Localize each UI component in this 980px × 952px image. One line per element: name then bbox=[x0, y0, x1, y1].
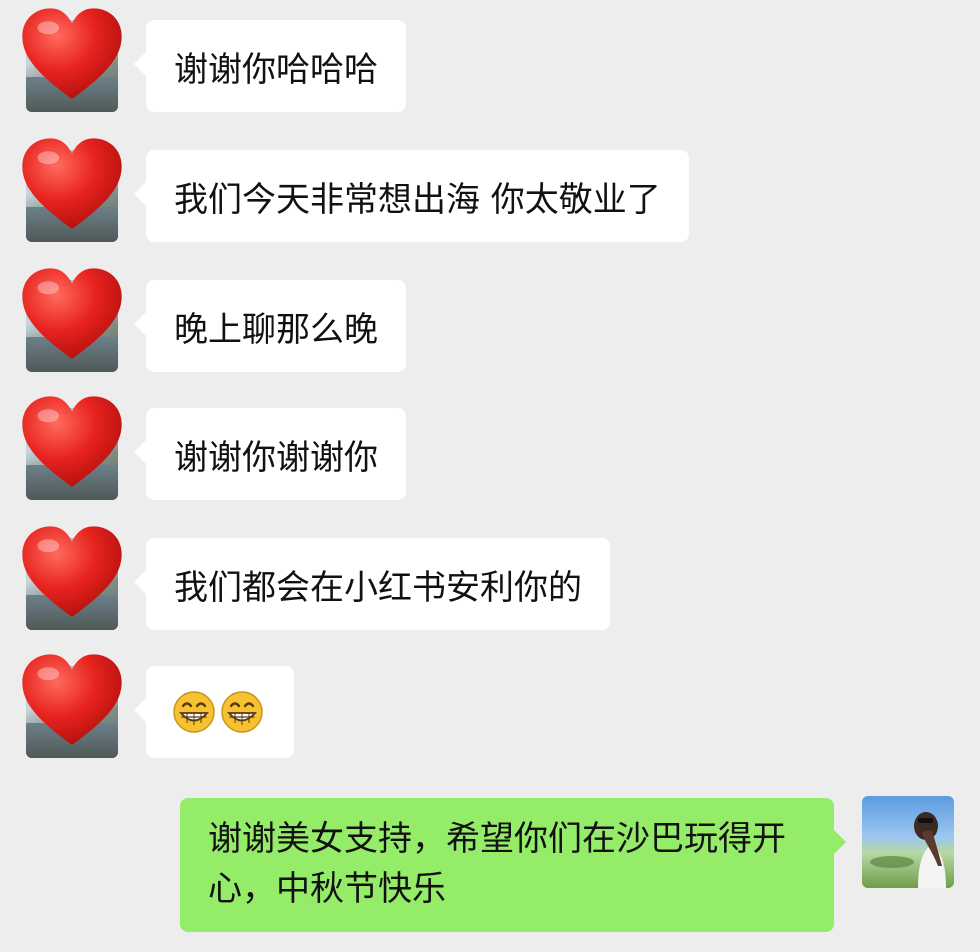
message-bubble[interactable]: 我们今天非常想出海 你太敬业了 bbox=[134, 150, 689, 242]
grinning-face-icon bbox=[221, 691, 263, 733]
message-bubble[interactable]: 谢谢你谢谢你 bbox=[134, 408, 406, 500]
message-text: 我们今天非常想出海 你太敬业了 bbox=[174, 179, 661, 220]
user-avatar[interactable] bbox=[862, 796, 954, 888]
message-bubble[interactable]: 晚上聊那么晚 bbox=[134, 280, 406, 372]
chat-conversation: 谢谢你哈哈哈 我们今天非常想出海 你太敬业了 晚上聊那么晚 谢谢你谢谢你 我们都… bbox=[0, 0, 980, 952]
heart-icon bbox=[22, 8, 122, 100]
heart-icon bbox=[22, 396, 122, 488]
user-photo bbox=[870, 812, 946, 888]
message-bubble[interactable]: 我们都会在小红书安利你的 bbox=[134, 538, 610, 630]
message-text: 晚上聊那么晚 bbox=[174, 309, 378, 350]
message-bubble[interactable] bbox=[134, 666, 294, 758]
message-text: 我们都会在小红书安利你的 bbox=[174, 567, 582, 608]
heart-icon bbox=[22, 268, 122, 360]
message-bubble[interactable]: 谢谢你哈哈哈 bbox=[134, 20, 406, 112]
grinning-face-icon bbox=[173, 691, 215, 733]
heart-icon bbox=[22, 138, 122, 230]
message-text: 谢谢美女支持，希望你们在沙巴玩得开心，中秋节快乐 bbox=[208, 819, 786, 909]
message-text: 谢谢你哈哈哈 bbox=[174, 49, 378, 90]
heart-icon bbox=[22, 526, 122, 618]
heart-icon bbox=[22, 654, 122, 746]
message-text: 谢谢你谢谢你 bbox=[174, 437, 378, 478]
message-bubble-outgoing[interactable]: 谢谢美女支持，希望你们在沙巴玩得开心，中秋节快乐 bbox=[180, 798, 846, 932]
